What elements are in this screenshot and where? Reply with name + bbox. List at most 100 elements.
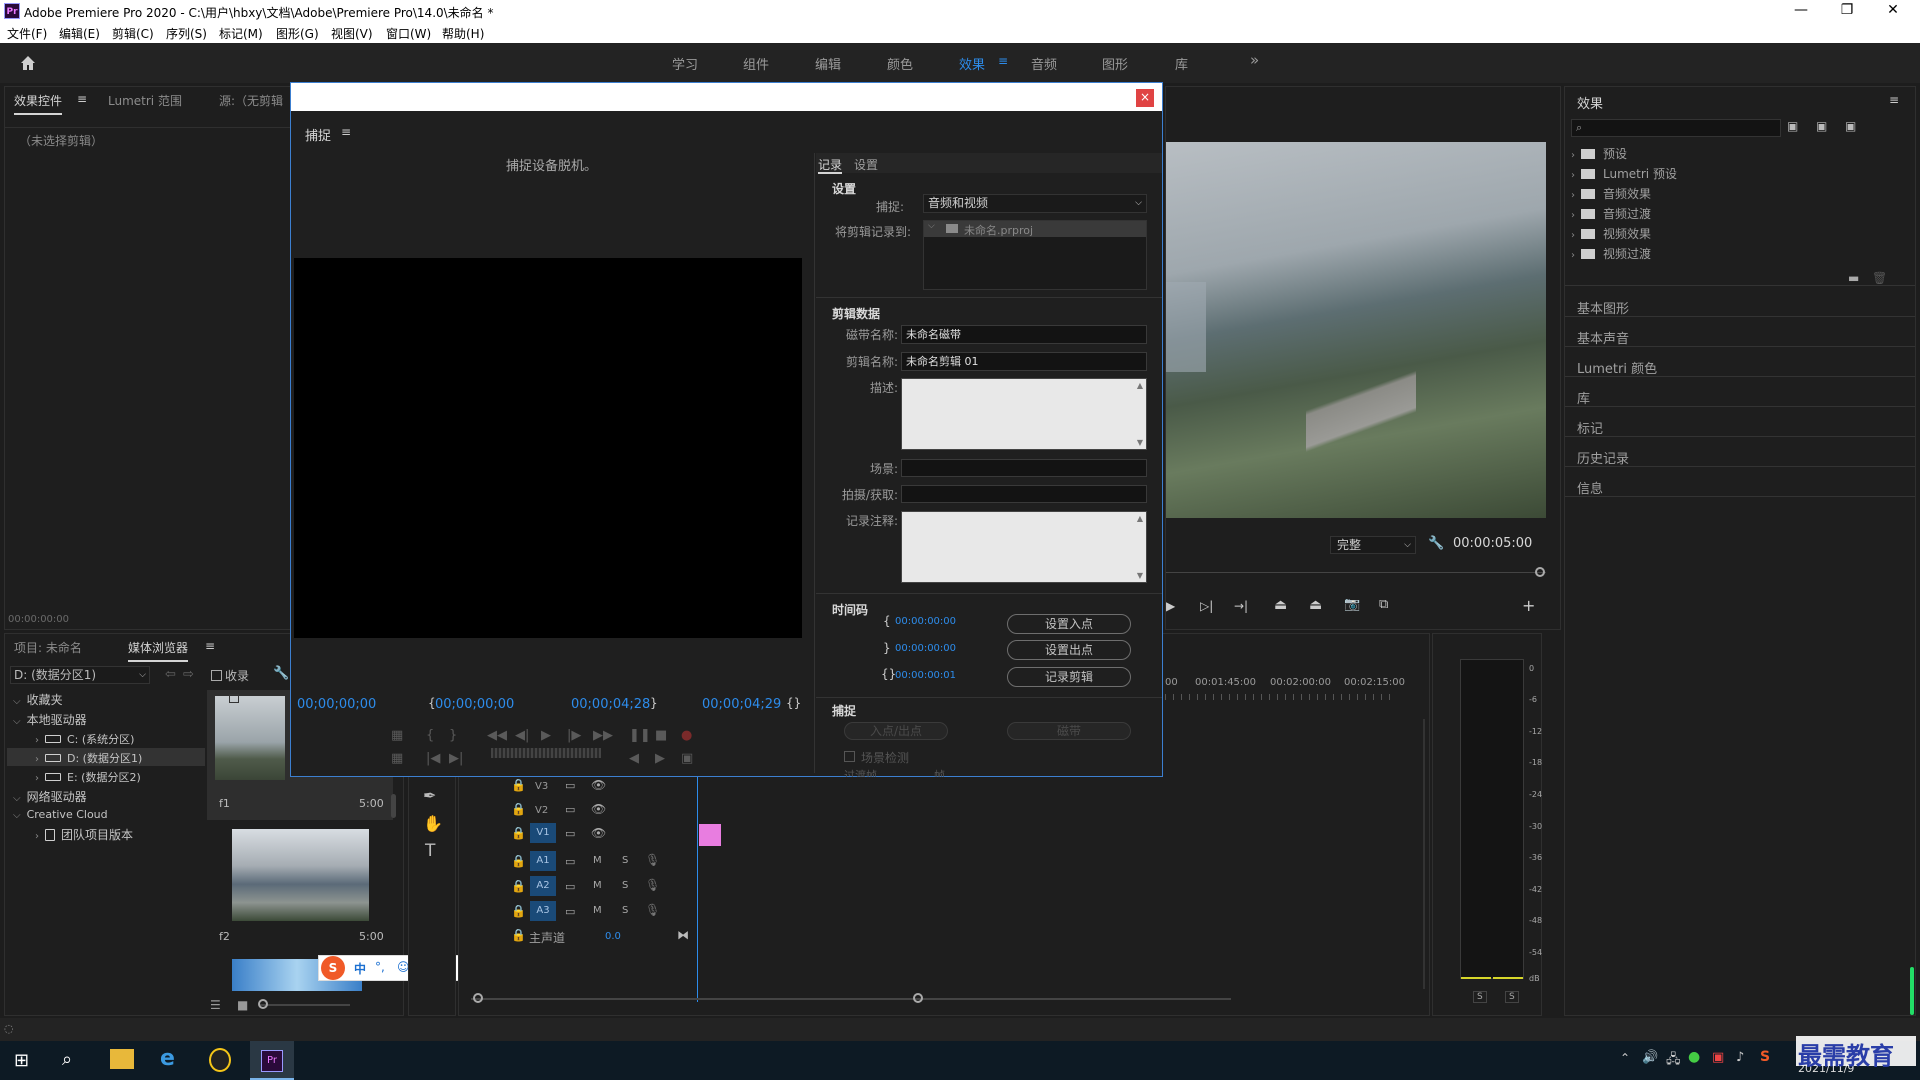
log-note-textarea[interactable]: ▲ ▼	[901, 511, 1147, 583]
menu-sequence[interactable]: 序列(S)	[166, 25, 207, 42]
taskbar-active-app[interactable]: Pr	[250, 1041, 294, 1080]
ime-punctuation[interactable]: °,	[375, 960, 385, 974]
timeline-scrollbar[interactable]	[471, 998, 1231, 1000]
menu-view[interactable]: 视图(V)	[331, 25, 373, 42]
tab-project[interactable]: 项目: 未命名	[14, 639, 82, 656]
in-timecode[interactable]: 00:00:00:00	[895, 616, 956, 627]
workspace-assembly[interactable]: 组件	[743, 54, 769, 73]
tree-item-local-drives[interactable]: ⌵ 本地驱动器	[13, 711, 87, 728]
workspace-menu-icon[interactable]: ≡	[998, 54, 1008, 68]
tree-item-favorites[interactable]: ⌵ 收藏夹	[13, 691, 63, 708]
menu-marker[interactable]: 标记(M)	[219, 25, 263, 42]
shot-take-input[interactable]	[901, 485, 1147, 503]
solo-right-button[interactable]: S	[1505, 991, 1519, 1003]
tape-name-input[interactable]: 未命名磁带	[901, 325, 1147, 344]
menu-graphics[interactable]: 图形(G)	[276, 25, 319, 42]
play-icon[interactable]: ▶	[1166, 599, 1175, 613]
solo-button[interactable]: S	[622, 905, 628, 916]
effects-lumetri-preset-item[interactable]: › Lumetri 预设	[1571, 165, 1677, 182]
step-forward-icon[interactable]: ▷|	[1200, 599, 1213, 613]
list-view-icon[interactable]: ☰	[210, 998, 221, 1012]
lock-icon[interactable]: 🔒	[511, 802, 526, 816]
program-scrub-handle[interactable]	[1535, 567, 1545, 577]
lock-icon[interactable]: 🔒	[511, 778, 526, 792]
sogou-icon[interactable]: S	[321, 956, 345, 980]
menu-clip[interactable]: 剪辑(C)	[112, 25, 154, 42]
lock-icon[interactable]: 🔒	[511, 826, 526, 840]
accelerated-effects-icon[interactable]: ▣	[1787, 119, 1798, 133]
microphone-icon[interactable]: 🎙	[645, 878, 660, 892]
clip-thumbnail-f2-image[interactable]	[232, 829, 369, 921]
panel-menu-icon[interactable]: ≡	[1889, 93, 1899, 107]
tree-item-drive-d[interactable]: › D: (数据分区1)	[35, 750, 142, 766]
workspace-editing[interactable]: 编辑	[815, 54, 841, 73]
panel-history[interactable]: 历史记录	[1577, 448, 1629, 467]
panel-lumetri-color[interactable]: Lumetri 颜色	[1577, 358, 1657, 377]
scroll-indicator[interactable]	[1910, 967, 1914, 1015]
workspace-overflow[interactable]: »	[1250, 51, 1259, 69]
scene-input[interactable]	[901, 459, 1147, 477]
tree-item-team-projects[interactable]: › 团队项目版本	[35, 826, 133, 843]
home-icon[interactable]	[18, 53, 38, 73]
32bit-effects-icon[interactable]: ▣	[1816, 119, 1827, 133]
eye-icon[interactable]: 👁	[591, 826, 606, 840]
in-point-timecode[interactable]: 00;00;00;00	[435, 697, 514, 712]
effects-audio-transitions-item[interactable]: › 音频过渡	[1571, 205, 1651, 222]
trash-icon[interactable]: 🗑	[1872, 271, 1887, 285]
mute-button[interactable]: M	[593, 880, 602, 891]
ie-browser-icon[interactable]: e	[160, 1046, 175, 1071]
solo-left-button[interactable]: S	[1473, 991, 1487, 1003]
menu-file[interactable]: 文件(F)	[7, 25, 47, 42]
go-to-out-icon[interactable]: →|	[1234, 599, 1248, 613]
compare-icon[interactable]: ⧉	[1379, 597, 1388, 612]
workspace-learn[interactable]: 学习	[672, 54, 698, 73]
duration-timecode[interactable]: 00;00;04;29	[702, 697, 781, 712]
track-a3-label[interactable]: A3	[530, 901, 556, 921]
tray-app-icon[interactable]: ▣	[1712, 1050, 1724, 1065]
eye-icon[interactable]: 👁	[591, 778, 606, 792]
clip-name-input[interactable]: 未命名剪辑 01	[901, 352, 1147, 371]
new-bin-icon[interactable]: ▬	[1848, 271, 1859, 285]
microphone-icon[interactable]: 🎙	[645, 903, 660, 917]
tree-item-creative-cloud[interactable]: ⌵ Creative Cloud	[13, 808, 108, 821]
track-a2-label[interactable]: A2	[530, 876, 556, 896]
minimize-button[interactable]: —	[1778, 0, 1824, 22]
tab-lumetri-scopes[interactable]: Lumetri 范围	[108, 92, 182, 109]
log-clip-button[interactable]: 记录剪辑	[1007, 667, 1131, 687]
effects-video-transitions-item[interactable]: › 视频过渡	[1571, 245, 1651, 262]
icon-view-icon[interactable]: ■	[237, 998, 248, 1012]
playhead[interactable]	[697, 774, 698, 1002]
tab-media-browser[interactable]: 媒体浏览器	[128, 639, 189, 662]
sogou-tray-icon[interactable]: S	[1760, 1049, 1770, 1065]
forward-arrow-icon[interactable]: ⇨	[183, 667, 194, 682]
workspace-effects[interactable]: 效果	[959, 54, 985, 73]
current-timecode[interactable]: 00;00;00;00	[297, 697, 376, 712]
volume-icon[interactable]: 🔊	[1642, 1050, 1658, 1065]
tree-item-network-drives[interactable]: ⌵ 网络驱动器	[13, 788, 87, 805]
network-icon[interactable]: 🖧	[1666, 1050, 1681, 1072]
tree-item-drive-e[interactable]: › E: (数据分区2)	[35, 769, 141, 785]
solo-button[interactable]: S	[622, 880, 628, 891]
go-to-end-icon[interactable]: ⧓	[677, 928, 689, 942]
film-icon[interactable]: ▭	[565, 855, 575, 868]
lock-icon[interactable]: 🔒	[511, 854, 526, 868]
dialog-menu-icon[interactable]: ≡	[341, 125, 351, 139]
favorite-checkbox[interactable]	[211, 670, 222, 681]
windows-start-icon[interactable]: ⊞	[14, 1050, 29, 1071]
lock-icon[interactable]: 🔒	[511, 904, 526, 918]
effects-video-effects-item[interactable]: › 视频效果	[1571, 225, 1651, 242]
panel-info[interactable]: 信息	[1577, 478, 1603, 497]
panel-markers[interactable]: 标记	[1577, 418, 1603, 437]
restore-button[interactable]: ❐	[1824, 0, 1870, 22]
description-textarea[interactable]: ▲ ▼	[901, 378, 1147, 450]
timeline-clip[interactable]	[699, 824, 721, 846]
log-to-tree[interactable]: ⌵ 未命名.prproj	[923, 220, 1147, 290]
lock-icon[interactable]: 🔒	[511, 879, 526, 893]
capture-select[interactable]: 音频和视频 ⌵	[923, 194, 1147, 213]
extract-icon[interactable]: ⏏	[1309, 597, 1322, 613]
scroll-handle-right[interactable]	[913, 993, 923, 1003]
microphone-icon[interactable]: 🎙	[645, 853, 660, 867]
film-icon[interactable]: ▭	[565, 803, 575, 816]
scroll-up-icon[interactable]: ▲	[1137, 514, 1143, 523]
tab-menu-icon[interactable]: ≡	[205, 639, 215, 653]
